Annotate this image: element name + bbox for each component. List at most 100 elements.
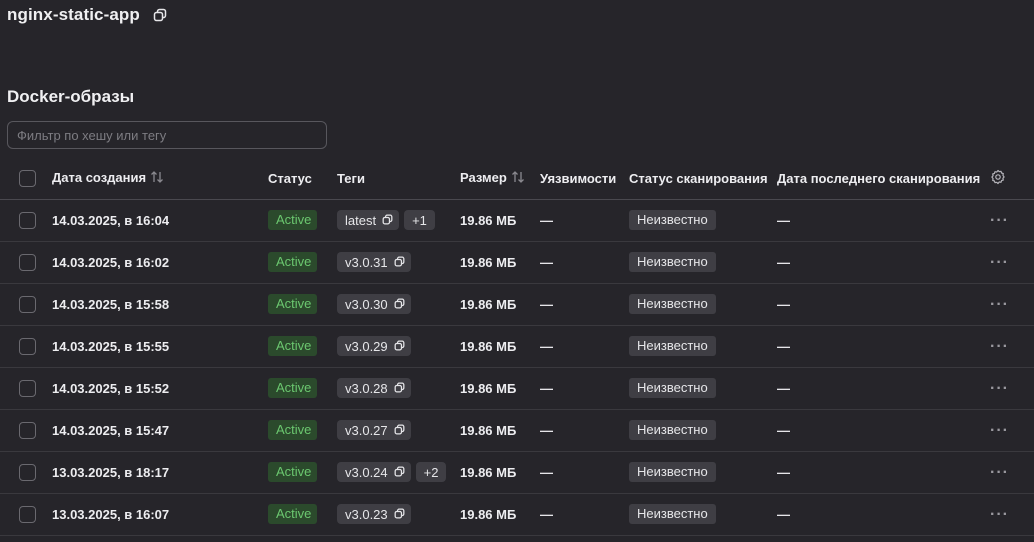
status-badge: Active bbox=[268, 504, 318, 524]
status-badge: Active bbox=[268, 336, 318, 356]
copy-icon[interactable] bbox=[394, 297, 405, 312]
row-checkbox[interactable] bbox=[19, 379, 36, 397]
tag-label: v3.0.31 bbox=[345, 254, 388, 270]
more-tags-chip[interactable]: +2 bbox=[415, 462, 447, 482]
sort-icon[interactable] bbox=[511, 171, 525, 186]
vulnerabilities-value: — bbox=[540, 212, 553, 228]
scan-status-badge: Неизвестно bbox=[629, 336, 716, 356]
last-scan-value: — bbox=[777, 296, 790, 312]
more-horizontal-icon[interactable]: ··· bbox=[990, 296, 1009, 312]
tag-label: v3.0.28 bbox=[345, 380, 388, 396]
tag-chip[interactable]: v3.0.31 bbox=[337, 252, 411, 272]
copy-icon[interactable] bbox=[394, 507, 405, 522]
tag-chip[interactable]: v3.0.30 bbox=[337, 294, 411, 314]
table-row[interactable]: 14.03.2025, в 16:02 Active v3.0.31 19.86 МБ… bbox=[0, 241, 1034, 283]
copy-icon[interactable] bbox=[394, 465, 405, 480]
vulnerabilities-value: — bbox=[540, 506, 553, 522]
size-value: 19.86 МБ bbox=[460, 296, 517, 312]
column-header-size[interactable]: Размер bbox=[460, 158, 540, 199]
vulnerabilities-value: — bbox=[540, 296, 553, 312]
column-header-status: Статус bbox=[268, 170, 312, 186]
last-scan-value: — bbox=[777, 380, 790, 396]
table-row[interactable]: 14.03.2025, в 15:47 Active v3.0.27 19.86 МБ… bbox=[0, 409, 1034, 451]
tag-chip[interactable]: v3.0.29 bbox=[337, 336, 411, 356]
size-value: 19.86 МБ bbox=[460, 338, 517, 354]
table-row[interactable]: 14.03.2025, в 15:55 Active v3.0.29 19.86 МБ… bbox=[0, 325, 1034, 367]
copy-icon[interactable] bbox=[394, 423, 405, 438]
status-badge: Active bbox=[268, 378, 318, 398]
scan-status-badge: Неизвестно bbox=[629, 462, 716, 482]
table-row[interactable]: 13.03.2025, в 18:17 Active v3.0.24 +2 19.86 … bbox=[0, 451, 1034, 493]
row-checkbox[interactable] bbox=[19, 253, 36, 271]
more-horizontal-icon[interactable]: ··· bbox=[990, 422, 1009, 438]
status-badge: Active bbox=[268, 462, 318, 482]
more-horizontal-icon[interactable]: ··· bbox=[990, 464, 1009, 480]
status-badge: Active bbox=[268, 210, 318, 230]
row-checkbox[interactable] bbox=[19, 211, 36, 229]
size-value: 19.86 МБ bbox=[460, 254, 517, 270]
column-header-scan-status: Статус сканирования bbox=[629, 170, 768, 186]
size-value: 19.86 МБ bbox=[460, 380, 517, 396]
copy-icon[interactable] bbox=[394, 339, 405, 354]
tag-chip[interactable]: v3.0.23 bbox=[337, 504, 411, 524]
row-checkbox[interactable] bbox=[19, 421, 36, 439]
created-date: 14.03.2025, в 15:47 bbox=[52, 422, 170, 438]
tag-chip[interactable]: v3.0.28 bbox=[337, 378, 411, 398]
size-value: 19.86 МБ bbox=[460, 212, 517, 228]
gear-icon[interactable] bbox=[990, 169, 1006, 188]
table-row[interactable]: 14.03.2025, в 15:52 Active v3.0.28 19.86 МБ… bbox=[0, 367, 1034, 409]
tag-label: latest bbox=[345, 212, 377, 228]
vulnerabilities-value: — bbox=[540, 254, 553, 270]
app-title: nginx-static-app bbox=[7, 5, 140, 24]
scan-status-badge: Неизвестно bbox=[629, 210, 716, 230]
created-date: 14.03.2025, в 15:55 bbox=[52, 338, 170, 354]
copy-icon[interactable] bbox=[382, 213, 393, 228]
row-checkbox[interactable] bbox=[19, 505, 36, 523]
created-date: 13.03.2025, в 18:17 bbox=[52, 464, 170, 480]
copy-icon[interactable] bbox=[394, 381, 405, 396]
more-horizontal-icon[interactable]: ··· bbox=[990, 506, 1009, 522]
scan-status-badge: Неизвестно bbox=[629, 378, 716, 398]
column-header-last-scan: Дата последнего сканирования bbox=[777, 170, 981, 186]
more-horizontal-icon[interactable]: ··· bbox=[990, 254, 1009, 270]
filter-input[interactable] bbox=[7, 121, 327, 149]
vulnerabilities-value: — bbox=[540, 338, 553, 354]
row-checkbox[interactable] bbox=[19, 295, 36, 313]
size-value: 19.86 МБ bbox=[460, 506, 517, 522]
column-header-tags: Теги bbox=[337, 170, 365, 186]
tag-chip[interactable]: latest bbox=[337, 210, 400, 230]
sort-icon[interactable] bbox=[150, 171, 164, 186]
tag-label: v3.0.27 bbox=[345, 422, 388, 438]
more-tags-chip[interactable]: +1 bbox=[404, 210, 435, 230]
more-horizontal-icon[interactable]: ··· bbox=[990, 338, 1009, 354]
vulnerabilities-value: — bbox=[540, 422, 553, 438]
size-value: 19.86 МБ bbox=[460, 422, 517, 438]
status-badge: Active bbox=[268, 294, 318, 314]
status-badge: Active bbox=[268, 420, 318, 440]
tag-label: v3.0.23 bbox=[345, 506, 388, 522]
created-date: 14.03.2025, в 15:52 bbox=[52, 380, 170, 396]
tag-chip[interactable]: v3.0.24 bbox=[337, 462, 411, 482]
created-date: 14.03.2025, в 16:02 bbox=[52, 254, 170, 270]
column-header-created[interactable]: Дата создания bbox=[52, 158, 268, 199]
created-date: 14.03.2025, в 15:58 bbox=[52, 296, 170, 312]
created-date: 14.03.2025, в 16:04 bbox=[52, 212, 170, 228]
row-checkbox[interactable] bbox=[19, 337, 36, 355]
copy-icon[interactable] bbox=[152, 7, 168, 23]
section-title: Docker-образы bbox=[7, 87, 135, 106]
more-horizontal-icon[interactable]: ··· bbox=[990, 380, 1009, 396]
more-horizontal-icon[interactable]: ··· bbox=[990, 212, 1009, 228]
tag-label: v3.0.30 bbox=[345, 296, 388, 312]
table-row[interactable]: 14.03.2025, в 15:58 Active v3.0.30 19.86 МБ… bbox=[0, 283, 1034, 325]
vulnerabilities-value: — bbox=[540, 380, 553, 396]
scan-status-badge: Неизвестно bbox=[629, 252, 716, 272]
select-all-checkbox[interactable] bbox=[19, 169, 36, 187]
table-row[interactable]: 14.03.2025, в 16:04 Active latest +1 19.86 М… bbox=[0, 199, 1034, 241]
last-scan-value: — bbox=[777, 254, 790, 270]
app-title-row: nginx-static-app bbox=[7, 4, 168, 26]
row-checkbox[interactable] bbox=[19, 463, 36, 481]
tag-chip[interactable]: v3.0.27 bbox=[337, 420, 411, 440]
created-date: 13.03.2025, в 16:07 bbox=[52, 506, 170, 522]
table-row[interactable]: 13.03.2025, в 16:07 Active v3.0.23 19.86 МБ… bbox=[0, 493, 1034, 535]
copy-icon[interactable] bbox=[394, 255, 405, 270]
